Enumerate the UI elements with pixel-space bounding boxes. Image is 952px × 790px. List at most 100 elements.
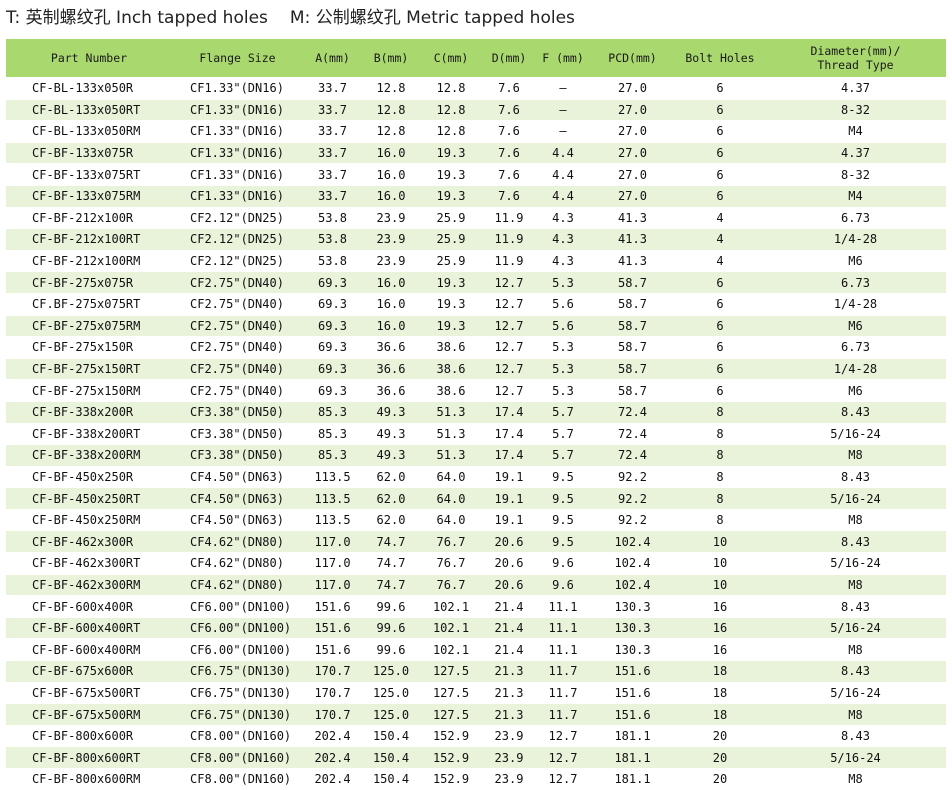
pcd-cell: 181.1: [590, 767, 675, 790]
bolt-holes-cell: 6: [675, 336, 765, 359]
diameter-thread-cell: 5/16-24: [765, 422, 946, 445]
flange-size-cell: CF4.50"(DN63): [172, 487, 303, 510]
a-cell: 170.7: [303, 703, 362, 726]
c-cell: 76.7: [420, 573, 482, 596]
f-cell: 11.7: [536, 703, 590, 726]
table-row: CF-BF-462x300R CF4.62"(DN80) 117.0 74.7 76.7…: [6, 530, 946, 553]
f-cell: 5.3: [536, 379, 590, 402]
table-row: CF-BF-675x500RT CF6.75"(DN130) 170.7 125.0 1…: [6, 681, 946, 704]
f-cell: 4.3: [536, 206, 590, 229]
c-cell: 38.6: [420, 336, 482, 359]
c-cell: 25.9: [420, 206, 482, 229]
f-cell: 11.1: [536, 595, 590, 618]
c-cell: 152.9: [420, 746, 482, 769]
table-row: CF-BF-600x400R CF6.00"(DN100) 151.6 99.6 102…: [6, 595, 946, 618]
d-cell: 11.9: [482, 249, 536, 272]
c-cell: 12.8: [420, 120, 482, 143]
pcd-cell: 102.4: [590, 552, 675, 575]
bolt-holes-cell: 20: [675, 724, 765, 747]
flange-size-cell: CF1.33"(DN16): [172, 98, 303, 121]
flange-size-cell: CF4.62"(DN80): [172, 552, 303, 575]
bolt-holes-cell: 18: [675, 703, 765, 726]
flange-size-cell: CF4.50"(DN63): [172, 508, 303, 531]
header-pcd-mm: PCD(mm): [590, 39, 675, 78]
f-cell: 4.4: [536, 184, 590, 208]
b-cell: 99.6: [362, 595, 420, 618]
table-row: CF-BF-450x250RM CF4.50"(DN63) 113.5 62.0 64.…: [6, 508, 946, 531]
a-cell: 85.3: [303, 422, 362, 445]
table-row: CF-BF-600x400RM CF6.00"(DN100) 151.6 99.6 10…: [6, 638, 946, 661]
pcd-cell: 27.0: [590, 77, 675, 100]
bolt-holes-cell: 16: [675, 616, 765, 639]
part-number-cell: CF-BF-600x400RM: [6, 638, 172, 661]
bolt-holes-cell: 20: [675, 746, 765, 769]
part-number-cell: CF-BF-675x500RT: [6, 681, 172, 704]
bolt-holes-cell: 4: [675, 206, 765, 229]
c-cell: 51.3: [420, 444, 482, 467]
bolt-holes-cell: 16: [675, 595, 765, 618]
pcd-cell: 92.2: [590, 465, 675, 488]
f-cell: 12.7: [536, 746, 590, 769]
d-cell: 12.7: [482, 336, 536, 359]
bolt-holes-cell: 8: [675, 400, 765, 423]
diameter-thread-cell: M6: [765, 379, 946, 402]
pcd-cell: 58.7: [590, 379, 675, 402]
flange-size-cell: CF2.12"(DN25): [172, 249, 303, 272]
flange-size-cell: CF6.75"(DN130): [172, 660, 303, 683]
d-cell: 7.6: [482, 163, 536, 186]
pcd-cell: 151.6: [590, 681, 675, 704]
table-row: CF-BL-133x050RT CF1.33"(DN16) 33.7 12.8 12.8…: [6, 98, 946, 121]
diameter-thread-cell: M8: [765, 703, 946, 726]
specification-table: Part Number Flange Size A(mm) B(mm) C(mm) D(m…: [6, 39, 946, 790]
a-cell: 33.7: [303, 77, 362, 100]
b-cell: 12.8: [362, 120, 420, 143]
part-number-cell: CF-BF-600x400RT: [6, 616, 172, 639]
c-cell: 127.5: [420, 660, 482, 683]
table-row: CF-BF-800x600R CF8.00"(DN160) 202.4 150.4 15…: [6, 724, 946, 747]
part-number-cell: CF-BF-133x075R: [6, 141, 172, 164]
b-cell: 99.6: [362, 638, 420, 661]
pcd-cell: 58.7: [590, 357, 675, 380]
diameter-thread-cell: 5/16-24: [765, 552, 946, 575]
d-cell: 21.3: [482, 681, 536, 704]
f-cell: 12.7: [536, 724, 590, 747]
pcd-cell: 27.0: [590, 163, 675, 186]
part-number-cell: CF-BF-462x300R: [6, 530, 172, 553]
flange-size-cell: CF6.75"(DN130): [172, 703, 303, 726]
part-number-cell: CF-BF-450x250RT: [6, 487, 172, 510]
a-cell: 202.4: [303, 767, 362, 790]
table-row: CF-BF-212x100RT CF2.12"(DN25) 53.8 23.9 25.9…: [6, 228, 946, 251]
part-number-cell: CF-BF-450x250RM: [6, 508, 172, 531]
flange-size-cell: CF6.00"(DN100): [172, 616, 303, 639]
c-cell: 102.1: [420, 595, 482, 618]
bolt-holes-cell: 6: [675, 379, 765, 402]
diameter-thread-cell: M6: [765, 314, 946, 337]
f-cell: 12.7: [536, 767, 590, 790]
d-cell: 7.6: [482, 98, 536, 121]
flange-size-cell: CF2.75"(DN40): [172, 336, 303, 359]
flange-size-cell: CF6.00"(DN100): [172, 638, 303, 661]
a-cell: 113.5: [303, 508, 362, 531]
d-cell: 12.7: [482, 379, 536, 402]
diameter-thread-cell: 4.37: [765, 141, 946, 164]
pcd-cell: 181.1: [590, 724, 675, 747]
d-cell: 7.6: [482, 120, 536, 143]
table-row: CF-BF-133x075R CF1.33"(DN16) 33.7 16.0 19.3 7…: [6, 141, 946, 164]
c-cell: 76.7: [420, 530, 482, 553]
f-cell: 5.7: [536, 400, 590, 423]
bolt-holes-cell: 16: [675, 638, 765, 661]
c-cell: 76.7: [420, 552, 482, 575]
flange-size-cell: CF2.75"(DN40): [172, 314, 303, 337]
header-b-mm: B(mm): [362, 39, 420, 78]
pcd-cell: 102.4: [590, 530, 675, 553]
diameter-thread-cell: 5/16-24: [765, 746, 946, 769]
part-number-cell: CF-BF-462x300RM: [6, 573, 172, 596]
b-cell: 36.6: [362, 336, 420, 359]
a-cell: 33.7: [303, 184, 362, 208]
table-row: CF-BF-462x300RT CF4.62"(DN80) 117.0 74.7 76.…: [6, 552, 946, 575]
bolt-holes-cell: 20: [675, 767, 765, 790]
table-row: CF-BF-338x200RM CF3.38"(DN50) 85.3 49.3 51.3…: [6, 444, 946, 467]
c-cell: 102.1: [420, 616, 482, 639]
f-cell: –: [536, 98, 590, 121]
f-cell: 5.6: [536, 314, 590, 337]
